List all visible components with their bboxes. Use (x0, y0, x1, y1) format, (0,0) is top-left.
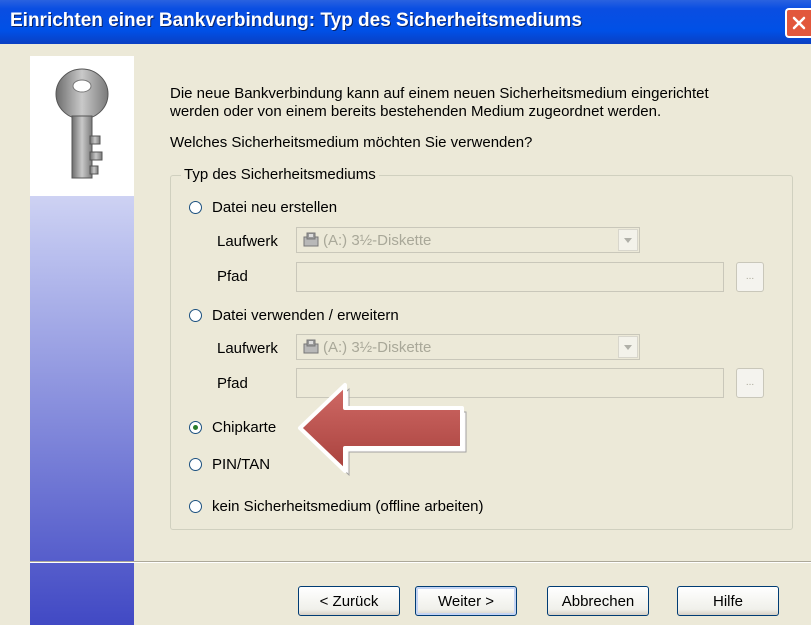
intro-line-1: Die neue Bankverbindung kann auf einem n… (170, 85, 709, 102)
drive-label-new: Laufwerk (217, 233, 278, 250)
key-icon (55, 68, 109, 179)
drive-value-existing: (A:) 3½-Diskette (323, 339, 432, 356)
path-label-existing: Pfad (217, 375, 248, 392)
wizard-sidebar (30, 56, 134, 625)
browse-button-new[interactable]: ... (736, 262, 764, 292)
chevron-down-icon[interactable] (618, 336, 638, 358)
floppy-drive-icon (303, 339, 319, 354)
help-button[interactable]: Hilfe (677, 586, 779, 616)
radio-label-datei-neu[interactable]: Datei neu erstellen (212, 199, 337, 216)
chevron-down-icon[interactable] (618, 229, 638, 251)
radio-button-kein-medium[interactable] (189, 500, 202, 513)
drive-value-new: (A:) 3½-Diskette (323, 232, 432, 249)
groupbox-legend: Typ des Sicherheitsmediums (181, 166, 379, 183)
close-icon (792, 16, 806, 30)
path-input-existing[interactable] (296, 368, 724, 398)
button-separator (30, 561, 811, 563)
radio-label-pin-tan[interactable]: PIN/TAN (212, 456, 270, 473)
drive-label-existing: Laufwerk (217, 340, 278, 357)
radio-label-datei-verwenden[interactable]: Datei verwenden / erweitern (212, 307, 399, 324)
radio-button-datei-neu[interactable] (189, 201, 202, 214)
cancel-button[interactable]: Abbrechen (547, 586, 649, 616)
path-input-new[interactable] (296, 262, 724, 292)
window-title: Einrichten einer Bankverbindung: Typ des… (10, 10, 582, 31)
drive-select-existing[interactable]: (A:) 3½-Diskette (296, 334, 640, 360)
title-bar[interactable]: Einrichten einer Bankverbindung: Typ des… (0, 0, 811, 44)
radio-button-datei-verwenden[interactable] (189, 309, 202, 322)
radio-chipkarte[interactable]: Chipkarte (189, 419, 276, 436)
browse-button-existing[interactable]: ... (736, 368, 764, 398)
intro-line-2: werden oder von einem bereits bestehende… (170, 103, 662, 120)
key-image (30, 56, 134, 196)
back-button[interactable]: < Zurück (298, 586, 400, 616)
radio-kein-medium[interactable]: kein Sicherheitsmedium (offline arbeiten… (189, 498, 484, 515)
radio-datei-neu[interactable]: Datei neu erstellen (189, 199, 337, 216)
drive-select-new[interactable]: (A:) 3½-Diskette (296, 227, 640, 253)
floppy-drive-icon (303, 232, 319, 247)
radio-datei-verwenden[interactable]: Datei verwenden / erweitern (189, 307, 399, 324)
path-label-new: Pfad (217, 268, 248, 285)
radio-label-chipkarte[interactable]: Chipkarte (212, 419, 276, 436)
radio-button-chipkarte[interactable] (189, 421, 202, 434)
question-text: Welches Sicherheitsmedium möchten Sie ve… (170, 134, 533, 151)
radio-pin-tan[interactable]: PIN/TAN (189, 456, 270, 473)
next-button[interactable]: Weiter > (415, 586, 517, 616)
radio-button-pin-tan[interactable] (189, 458, 202, 471)
close-button[interactable] (785, 8, 811, 38)
radio-label-kein-medium[interactable]: kein Sicherheitsmedium (offline arbeiten… (212, 498, 484, 515)
intro-text: Die neue Bankverbindung kann auf einem n… (170, 85, 790, 121)
